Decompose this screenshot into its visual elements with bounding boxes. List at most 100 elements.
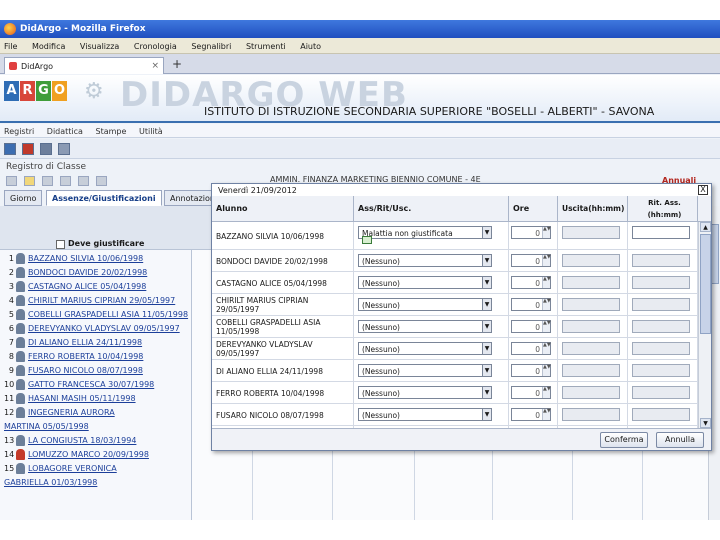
late-time-field[interactable] [632, 320, 690, 333]
dialog-scrollbar-thumb[interactable] [700, 234, 711, 334]
exit-time-field[interactable] [562, 364, 620, 377]
student-name-link[interactable]: FUSARO NICOLO 08/07/1998 [28, 366, 143, 375]
stepper-arrows-icon[interactable]: ▲▼ [542, 299, 551, 310]
menu-cronologia[interactable]: Cronologia [134, 42, 177, 51]
student-row[interactable]: 6 DEREVYANKO VLADYSLAV 09/05/1997 [0, 322, 192, 336]
student-name-link[interactable]: BONDOCI DAVIDE 20/02/1998 [28, 268, 147, 277]
student-name-continuation[interactable]: MARTINA 05/05/1998 [4, 422, 89, 431]
absence-type-select[interactable]: (Nessuno) ▼ [358, 276, 492, 289]
chevron-down-icon[interactable]: ▼ [482, 365, 491, 376]
absence-type-select[interactable]: (Nessuno) ▼ [358, 254, 492, 267]
tab-close-icon[interactable]: × [151, 61, 159, 71]
exit-time-field[interactable] [562, 320, 620, 333]
exit-time-field[interactable] [562, 386, 620, 399]
browser-tab[interactable]: DidArgo × [4, 57, 164, 74]
student-name-link[interactable]: FERRO ROBERTA 10/04/1998 [28, 352, 143, 361]
student-name-link[interactable]: HASANI MASIH 05/11/1998 [28, 394, 136, 403]
print-icon[interactable] [58, 143, 70, 155]
student-row[interactable]: 15 LOBAGORE VERONICA [0, 462, 192, 476]
student-row[interactable]: 5 COBELLI GRASPADELLI ASIA 11/05/1998 [0, 308, 192, 322]
hours-stepper[interactable]: 0▲▼ [511, 408, 551, 421]
app-menu-utilita[interactable]: Utilità [139, 127, 163, 136]
stepper-arrows-icon[interactable]: ▲▼ [542, 409, 551, 420]
hours-stepper[interactable]: 0▲▼ [511, 364, 551, 377]
late-time-field[interactable] [632, 276, 690, 289]
chevron-down-icon[interactable]: ▼ [482, 409, 491, 420]
student-row[interactable]: 1 BAZZANO SILVIA 10/06/1998 [0, 252, 192, 266]
edit-icon[interactable] [96, 176, 107, 186]
menu-strumenti[interactable]: Strumenti [246, 42, 286, 51]
list-icon[interactable] [40, 143, 52, 155]
scroll-up-icon[interactable]: ▲ [700, 222, 711, 232]
stepper-arrows-icon[interactable]: ▲▼ [542, 365, 551, 376]
absence-type-select[interactable]: (Nessuno) ▼ [358, 364, 492, 377]
student-name-link[interactable]: LA CONGIUSTA 18/03/1994 [28, 436, 136, 445]
chevron-down-icon[interactable]: ▼ [482, 343, 491, 354]
note-icon[interactable] [24, 176, 35, 186]
absence-type-select[interactable]: (Nessuno) ▼ [358, 342, 492, 355]
student-name-link[interactable]: DI ALIANO ELLIA 24/11/1998 [28, 338, 142, 347]
hours-stepper[interactable]: 0▲▼ [511, 386, 551, 399]
calendar-icon[interactable] [6, 176, 17, 186]
exit-time-field[interactable] [562, 342, 620, 355]
new-tab-button[interactable]: + [172, 57, 182, 71]
absence-type-select[interactable]: (Nessuno) ▼ [358, 298, 492, 311]
student-name-link[interactable]: COBELLI GRASPADELLI ASIA 11/05/1998 [28, 310, 188, 319]
hours-stepper[interactable]: 0▲▼ [511, 226, 551, 239]
dialog-close-button[interactable]: X [698, 185, 708, 195]
student-row[interactable]: 11 HASANI MASIH 05/11/1998 [0, 392, 192, 406]
absence-type-select[interactable]: (Nessuno) ▼ [358, 408, 492, 421]
student-row[interactable]: 10 GATTO FRANCESCA 30/07/1998 [0, 378, 192, 392]
deve-giustificare-checkbox[interactable] [56, 240, 65, 249]
hours-stepper[interactable]: 0▲▼ [511, 320, 551, 333]
late-time-field[interactable] [632, 386, 690, 399]
student-row-continuation[interactable]: GABRIELLA 01/03/1998 [0, 476, 192, 490]
dialog-scrollbar[interactable]: ▲ ▼ [698, 222, 711, 428]
menu-segnalibri[interactable]: Segnalibri [191, 42, 231, 51]
student-name-link[interactable]: GATTO FRANCESCA 30/07/1998 [28, 380, 154, 389]
student-row[interactable]: 9 FUSARO NICOLO 08/07/1998 [0, 364, 192, 378]
absence-type-select[interactable]: (Nessuno) ▼ [358, 320, 492, 333]
late-time-field[interactable] [632, 254, 690, 267]
student-row[interactable]: 4 CHIRILT MARIUS CIPRIAN 29/05/1997 [0, 294, 192, 308]
note-small-icon[interactable] [362, 236, 372, 244]
menu-file[interactable]: File [4, 42, 17, 51]
stepper-arrows-icon[interactable]: ▲▼ [542, 277, 551, 288]
exit-time-field[interactable] [562, 408, 620, 421]
late-time-field[interactable] [632, 226, 690, 239]
late-time-field[interactable] [632, 298, 690, 311]
stepper-arrows-icon[interactable]: ▲▼ [542, 343, 551, 354]
student-name-link[interactable]: LOBAGORE VERONICA [28, 464, 117, 473]
scroll-down-icon[interactable]: ▼ [700, 418, 711, 428]
exit-time-field[interactable] [562, 298, 620, 311]
absence-type-select[interactable]: (Nessuno) ▼ [358, 386, 492, 399]
confirm-button[interactable]: Conferma [600, 432, 648, 448]
doc-icon[interactable] [78, 176, 89, 186]
student-name-continuation[interactable]: GABRIELLA 01/03/1998 [4, 478, 97, 487]
student-name-link[interactable]: CHIRILT MARIUS CIPRIAN 29/05/1997 [28, 296, 175, 305]
stepper-arrows-icon[interactable]: ▲▼ [542, 387, 551, 398]
student-row-continuation[interactable]: MARTINA 05/05/1998 [0, 420, 192, 434]
chevron-down-icon[interactable]: ▼ [482, 255, 491, 266]
late-time-field[interactable] [632, 342, 690, 355]
book-icon[interactable] [22, 143, 34, 155]
student-name-link[interactable]: LOMUZZO MARCO 20/09/1998 [28, 450, 149, 459]
arrow-left-icon[interactable] [42, 176, 53, 186]
chevron-down-icon[interactable]: ▼ [482, 277, 491, 288]
student-row[interactable]: 8 FERRO ROBERTA 10/04/1998 [0, 350, 192, 364]
hours-stepper[interactable]: 0▲▼ [511, 254, 551, 267]
student-row[interactable]: 3 CASTAGNO ALICE 05/04/1998 [0, 280, 192, 294]
student-row[interactable]: 7 DI ALIANO ELLIA 24/11/1998 [0, 336, 192, 350]
tab-assenze-giustificazioni[interactable]: Assenze/Giustificazioni [46, 190, 162, 206]
app-menu-stampe[interactable]: Stampe [96, 127, 127, 136]
hours-stepper[interactable]: 0▲▼ [511, 342, 551, 355]
stepper-arrows-icon[interactable]: ▲▼ [542, 321, 551, 332]
app-menu-didattica[interactable]: Didattica [47, 127, 83, 136]
hours-stepper[interactable]: 0▲▼ [511, 298, 551, 311]
menu-aiuto[interactable]: Aiuto [300, 42, 321, 51]
student-row[interactable]: 12 INGEGNERIA AURORA [0, 406, 192, 420]
registro-icon[interactable] [4, 143, 16, 155]
late-time-field[interactable] [632, 364, 690, 377]
chevron-down-icon[interactable]: ▼ [482, 321, 491, 332]
tab-giorno[interactable]: Giorno [4, 190, 43, 206]
